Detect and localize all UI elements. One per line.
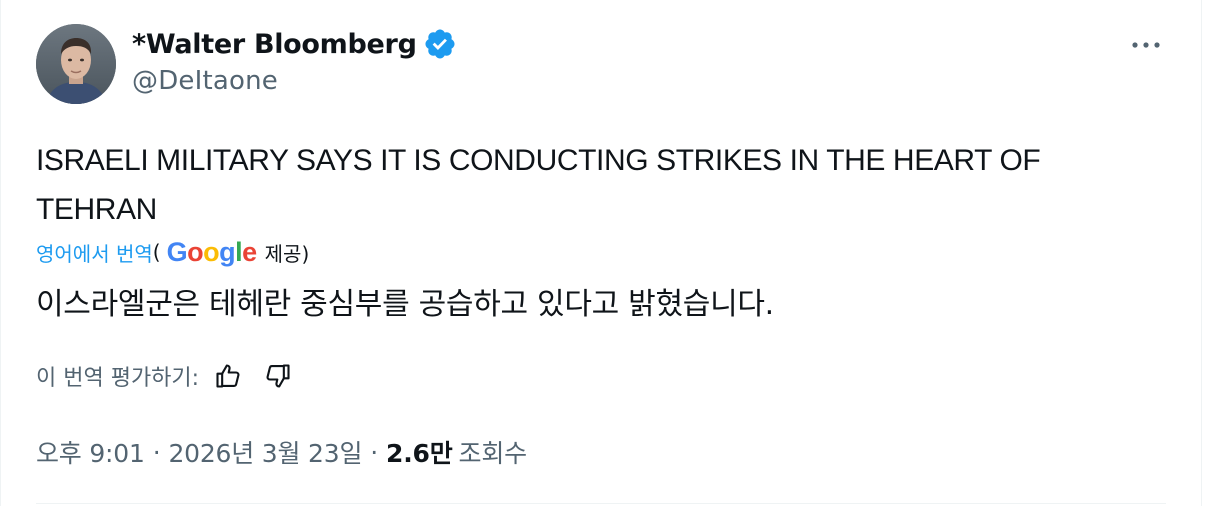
- views-label: 조회수: [458, 439, 528, 468]
- left-border: [0, 0, 1, 506]
- rate-translation-row: 이 번역 평가하기:: [36, 358, 311, 394]
- google-logo: Google: [166, 236, 258, 267]
- divider: [36, 503, 1166, 504]
- thumbs-up-icon[interactable]: [211, 359, 245, 393]
- tweet-date[interactable]: 2026년 3월 23일: [168, 434, 362, 470]
- tweet-meta: 오후 9:01 · 2026년 3월 23일 · 2.6만 조회수: [36, 432, 527, 472]
- avatar[interactable]: [36, 24, 116, 104]
- translated-from-link[interactable]: 영어에서 번역: [36, 238, 153, 267]
- verified-badge-icon[interactable]: [423, 27, 457, 61]
- translation-attribution: 영어에서 번역 ( Google 제공): [36, 234, 309, 270]
- rate-translation-label: 이 번역 평가하기:: [36, 366, 200, 391]
- right-border: [1201, 0, 1202, 506]
- thumbs-down-icon[interactable]: [261, 359, 295, 393]
- author-handle[interactable]: @DeItaone: [132, 66, 278, 96]
- meta-separator: ·: [152, 437, 161, 467]
- meta-separator: ·: [370, 437, 379, 467]
- more-horizontal-icon[interactable]: [1128, 30, 1164, 60]
- author-name[interactable]: *Walter Bloomberg: [132, 29, 417, 60]
- tweet-time[interactable]: 오후 9:01: [36, 434, 145, 470]
- tweet-card: *Walter Bloomberg @DeItaone ISRAELI MILI…: [0, 0, 1214, 506]
- open-paren: (: [152, 240, 161, 264]
- translated-text: 이스라엘군은 테헤란 중심부를 공습하고 있다고 밝혔습니다.: [36, 287, 774, 322]
- tweet-text: ISRAELI MILITARY SAYS IT IS CONDUCTING S…: [36, 144, 1041, 226]
- views-count[interactable]: 2.6만: [386, 434, 453, 470]
- provided-by-label: 제공): [264, 241, 310, 266]
- author-name-row[interactable]: *Walter Bloomberg: [132, 26, 457, 62]
